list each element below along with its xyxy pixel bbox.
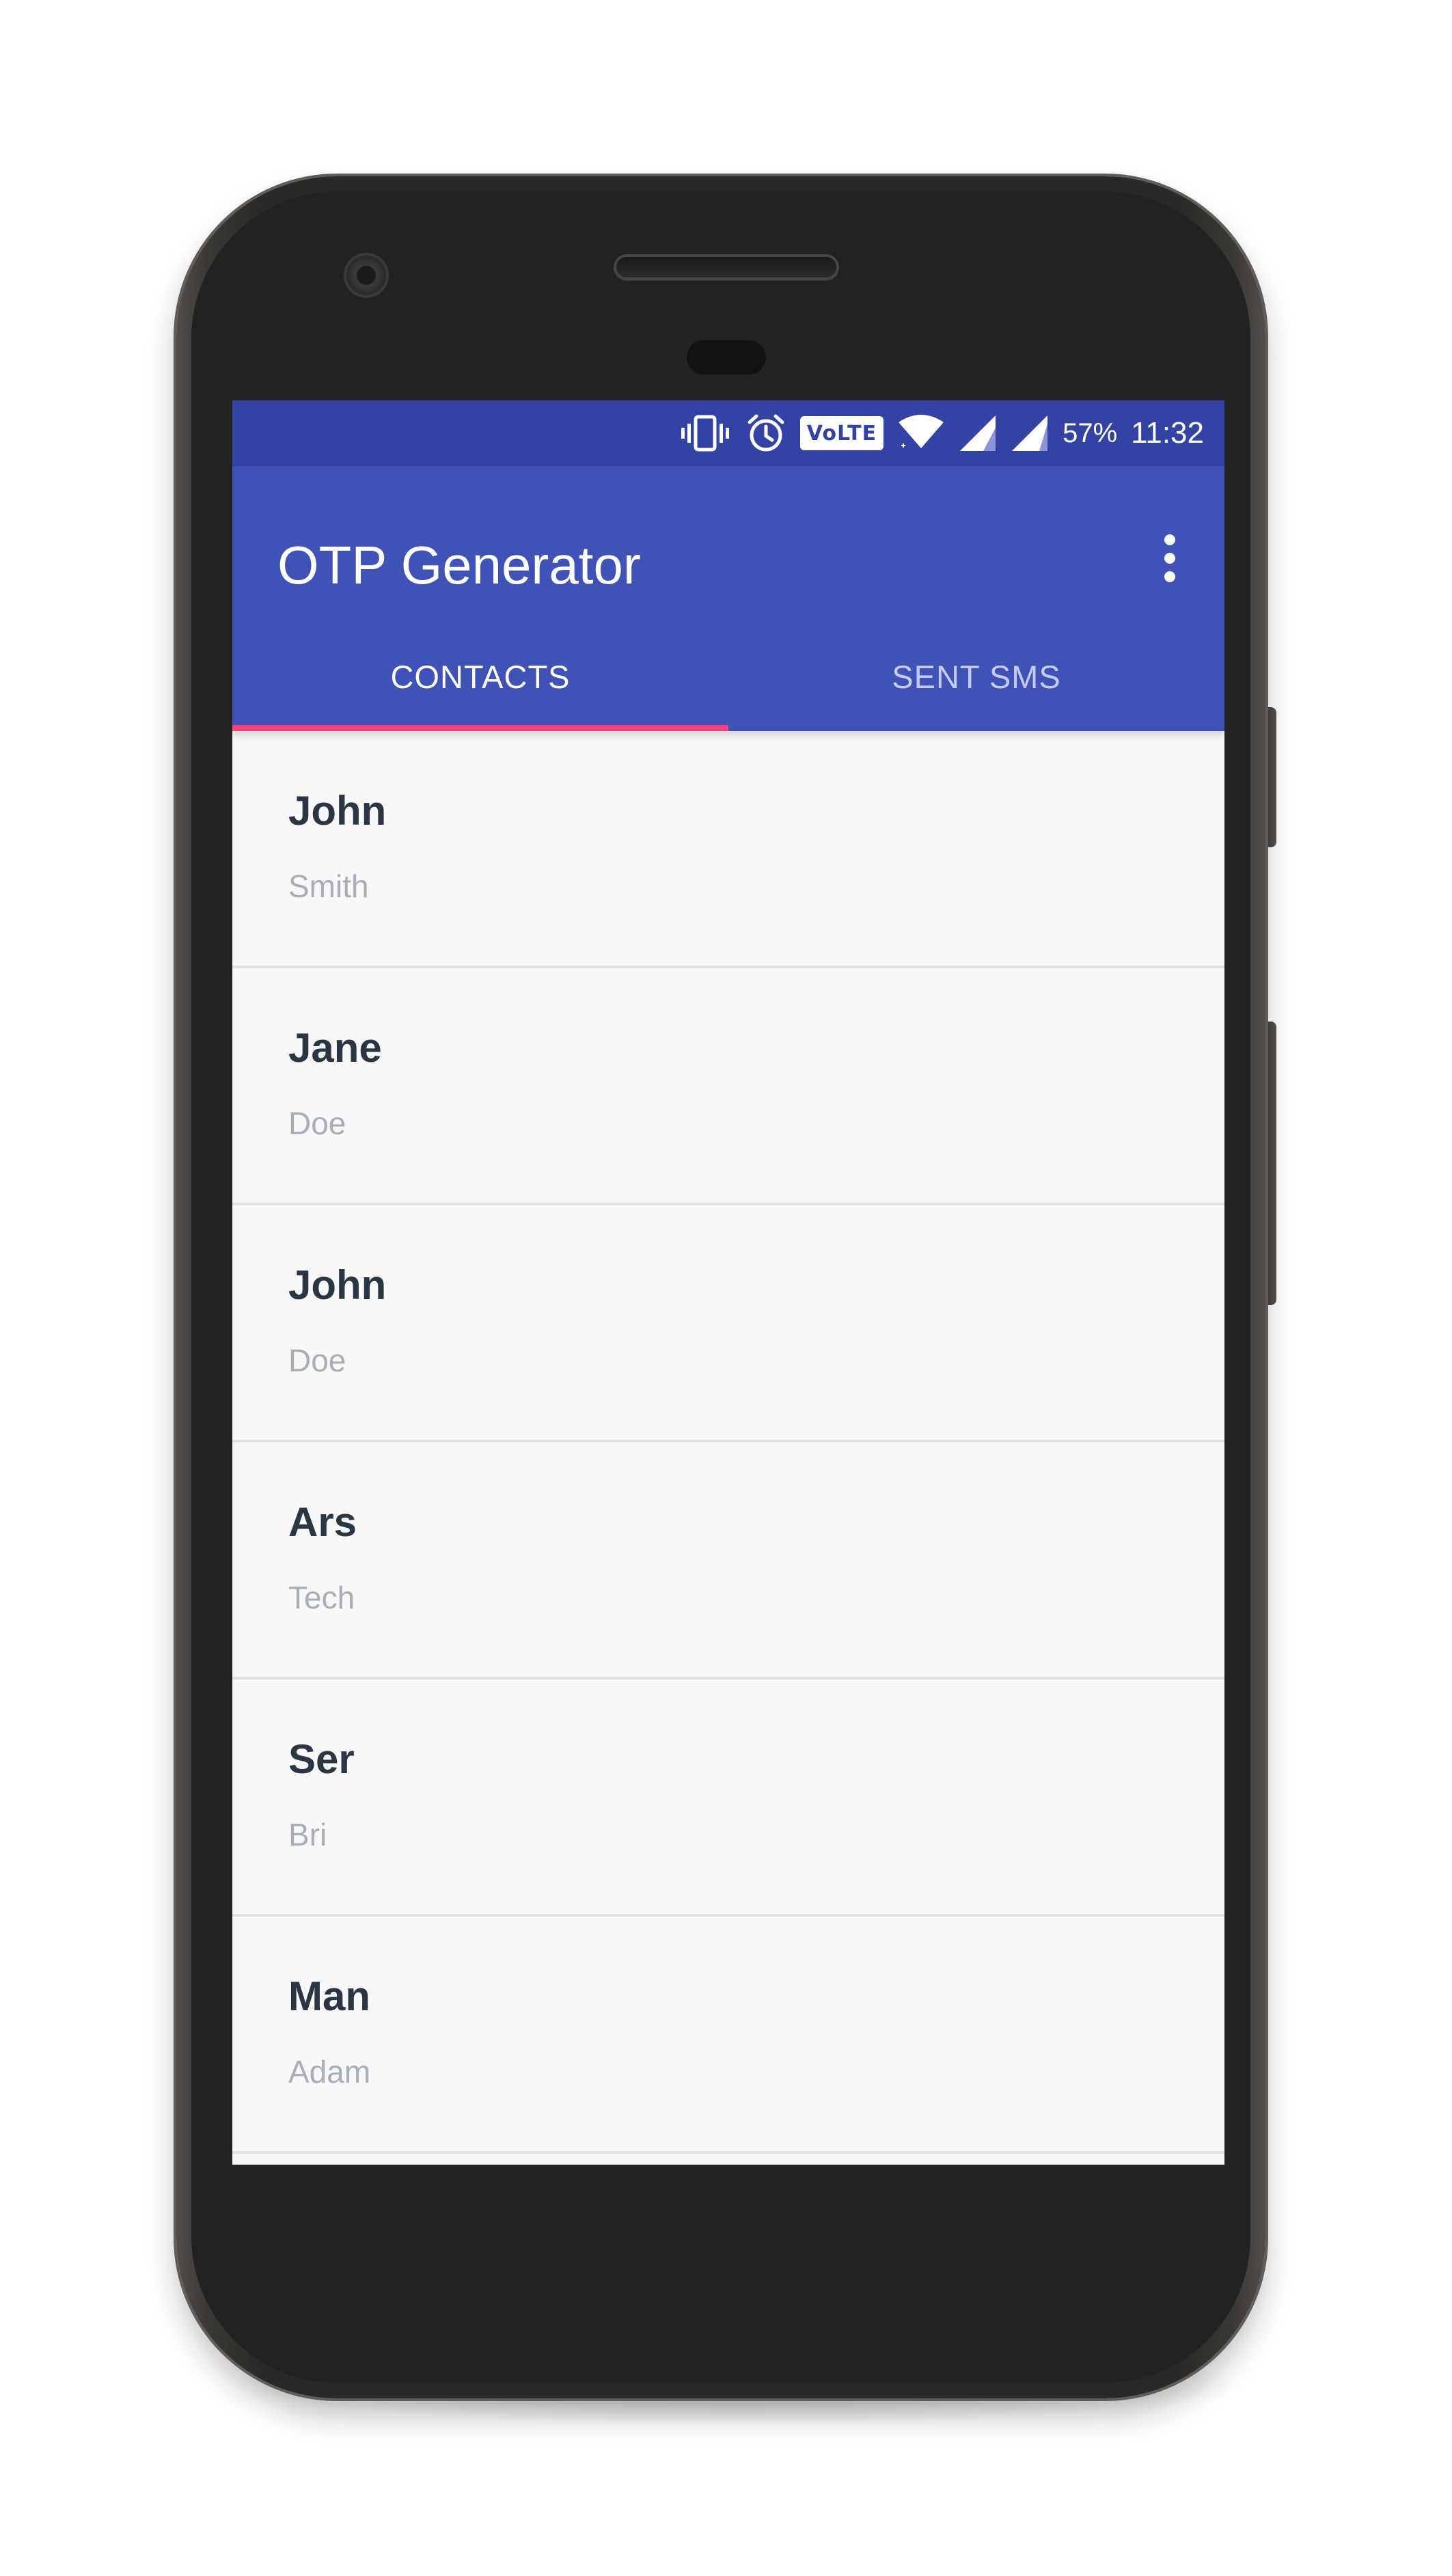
app-screen: VoLTE 57% 11:32 OTP Generator CONTACTS S…	[232, 400, 1224, 2165]
volume-button	[1265, 1022, 1276, 1305]
tab-bar: CONTACTS SENT SMS	[232, 629, 1224, 731]
clock: 11:32	[1131, 416, 1204, 450]
more-vert-icon[interactable]	[1149, 527, 1190, 589]
list-item[interactable]: Jane Doe	[232, 968, 1224, 1205]
battery-level: 57%	[1063, 418, 1118, 448]
contact-last-name: Smith	[288, 868, 369, 904]
list-item[interactable]: Ser Bri	[232, 1680, 1224, 1917]
list-item[interactable]: Man Adam	[232, 1917, 1224, 2154]
contact-last-name: Tech	[288, 1580, 355, 1615]
tab-label: CONTACTS	[390, 658, 571, 695]
app-title: OTP Generator	[277, 535, 641, 595]
status-bar: VoLTE 57% 11:32	[232, 400, 1224, 466]
tab-contacts[interactable]: CONTACTS	[232, 629, 728, 731]
front-camera	[344, 253, 389, 298]
contact-first-name: John	[288, 1262, 387, 1308]
vibrate-icon	[679, 414, 732, 452]
list-item[interactable]: John Doe	[232, 1205, 1224, 1442]
contact-first-name: Man	[288, 1973, 370, 2019]
app-bar: OTP Generator CONTACTS SENT SMS	[232, 466, 1224, 731]
tab-label: SENT SMS	[892, 658, 1061, 695]
contact-last-name: Doe	[288, 1343, 346, 1378]
contact-last-name: Bri	[288, 1817, 327, 1852]
power-button	[1265, 707, 1276, 847]
earpiece-speaker	[614, 254, 839, 280]
wifi-icon	[897, 413, 945, 454]
proximity-sensor	[687, 340, 766, 374]
status-icons: VoLTE 57% 11:32	[679, 400, 1204, 466]
alarm-icon	[745, 413, 786, 454]
tab-sent-sms[interactable]: SENT SMS	[728, 629, 1224, 731]
contact-last-name: Doe	[288, 1106, 346, 1141]
contact-first-name: Ser	[288, 1736, 355, 1782]
list-item[interactable]: Ars Tech	[232, 1442, 1224, 1680]
contact-first-name: John	[288, 788, 387, 834]
contact-last-name: Adam	[288, 2054, 371, 2089]
contact-first-name: Ars	[288, 1499, 357, 1545]
signal-icon	[959, 414, 997, 452]
list-item[interactable]: John Smith	[232, 731, 1224, 968]
volte-icon: VoLTE	[799, 416, 884, 450]
contact-list: John Smith Jane Doe John Doe Ars Tech Se…	[232, 731, 1224, 2154]
contact-first-name: Jane	[288, 1025, 382, 1071]
tab-indicator	[232, 725, 728, 731]
signal-icon	[1011, 414, 1049, 452]
